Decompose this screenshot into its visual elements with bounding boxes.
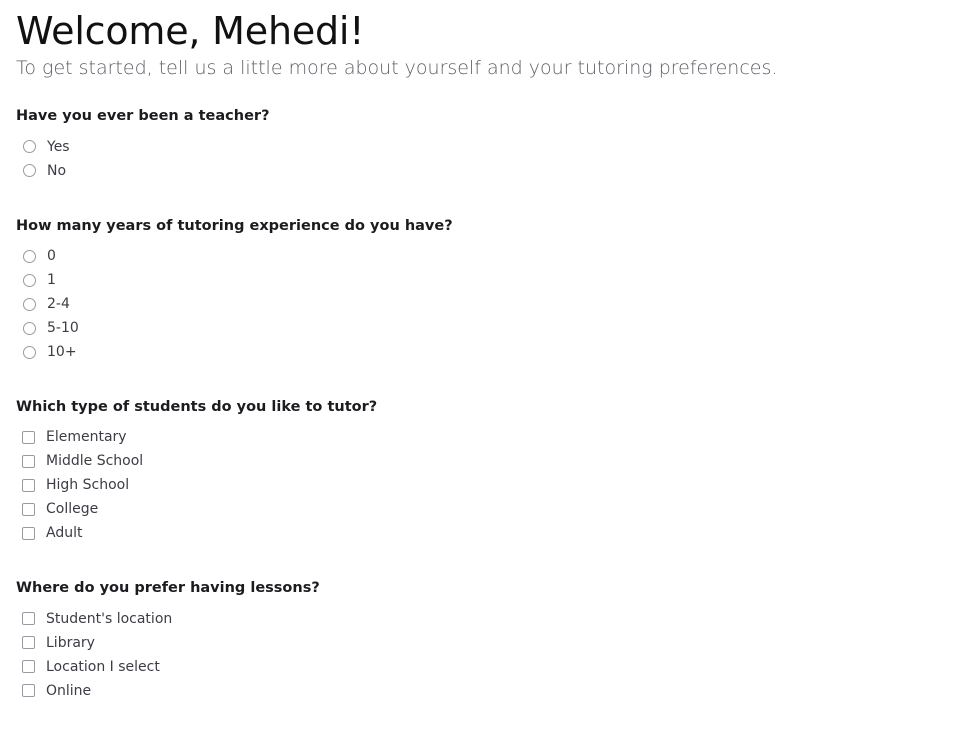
checkbox-icon[interactable] [22, 612, 35, 626]
option-label: Yes [47, 138, 70, 155]
option-row[interactable]: Adult [16, 521, 943, 545]
question-title: Where do you prefer having lessons? [16, 580, 320, 597]
question-block: Which type of students do you like to tu… [16, 399, 943, 545]
option-label: Elementary [46, 429, 127, 446]
option-list: Elementary Middle School High School Colleg… [16, 425, 943, 545]
option-row[interactable]: College [16, 497, 943, 521]
option-label: 1 [47, 272, 56, 289]
option-label: Location I select [46, 658, 160, 675]
page-title: Welcome, Mehedi! [16, 9, 365, 53]
question-title: Have you ever been a teacher? [16, 108, 270, 125]
option-row[interactable]: 2-4 [16, 292, 943, 316]
radio-button-icon[interactable] [23, 321, 36, 335]
radio-button-icon[interactable] [23, 297, 36, 311]
option-label: 2-4 [47, 296, 70, 313]
option-row[interactable]: No [16, 159, 943, 183]
option-row[interactable]: Middle School [16, 449, 943, 473]
option-row[interactable]: Yes [16, 135, 943, 159]
question-block: Where do you prefer having lessons? Stude… [16, 580, 943, 702]
option-label: College [46, 501, 99, 518]
option-label: No [47, 162, 67, 179]
option-label: 10+ [47, 344, 77, 361]
checkbox-icon[interactable] [22, 684, 35, 698]
radio-button-icon[interactable] [23, 345, 36, 359]
option-label: Online [46, 682, 92, 699]
option-row[interactable]: 1 [16, 268, 943, 292]
option-row[interactable]: 10+ [16, 340, 943, 364]
question-block: How many years of tutoring experience do… [16, 218, 943, 364]
option-label: 0 [47, 248, 56, 265]
question-title: How many years of tutoring experience do… [16, 217, 453, 234]
checkbox-icon[interactable] [22, 430, 35, 444]
checkbox-icon[interactable] [22, 478, 35, 492]
option-list: 0 1 2-4 5-10 10+ [16, 244, 943, 364]
checkbox-icon[interactable] [22, 636, 35, 650]
option-row[interactable]: Online [16, 679, 943, 703]
option-label: Student's location [46, 610, 173, 627]
option-label: Adult [46, 525, 83, 542]
option-row[interactable]: High School [16, 473, 943, 497]
questions-container: Have you ever been a teacher? Yes No How ma… [16, 108, 943, 703]
onboarding-form-page: Welcome, Mehedi! To get started, tell us… [0, 0, 959, 703]
question-block: Have you ever been a teacher? Yes No [16, 108, 943, 182]
option-row[interactable]: Elementary [16, 425, 943, 449]
radio-button-icon[interactable] [23, 164, 36, 178]
radio-button-icon[interactable] [23, 140, 36, 154]
page-subtitle: To get started, tell us a little more ab… [16, 56, 778, 79]
option-label: High School [46, 477, 130, 494]
option-row[interactable]: Location I select [16, 655, 943, 679]
option-row[interactable]: Student's location [16, 607, 943, 631]
option-list: Yes No [16, 135, 943, 183]
checkbox-icon[interactable] [22, 526, 35, 540]
option-row[interactable]: 0 [16, 244, 943, 268]
checkbox-icon[interactable] [22, 660, 35, 674]
radio-button-icon[interactable] [23, 273, 36, 287]
option-label: Library [46, 634, 95, 651]
question-title: Which type of students do you like to tu… [16, 399, 378, 416]
checkbox-icon[interactable] [22, 502, 35, 516]
option-list: Student's location Library Location I sele… [16, 607, 943, 703]
option-label: Middle School [46, 453, 144, 470]
checkbox-icon[interactable] [22, 454, 35, 468]
option-row[interactable]: Library [16, 631, 943, 655]
option-row[interactable]: 5-10 [16, 316, 943, 340]
option-label: 5-10 [47, 320, 79, 337]
radio-button-icon[interactable] [23, 249, 36, 263]
